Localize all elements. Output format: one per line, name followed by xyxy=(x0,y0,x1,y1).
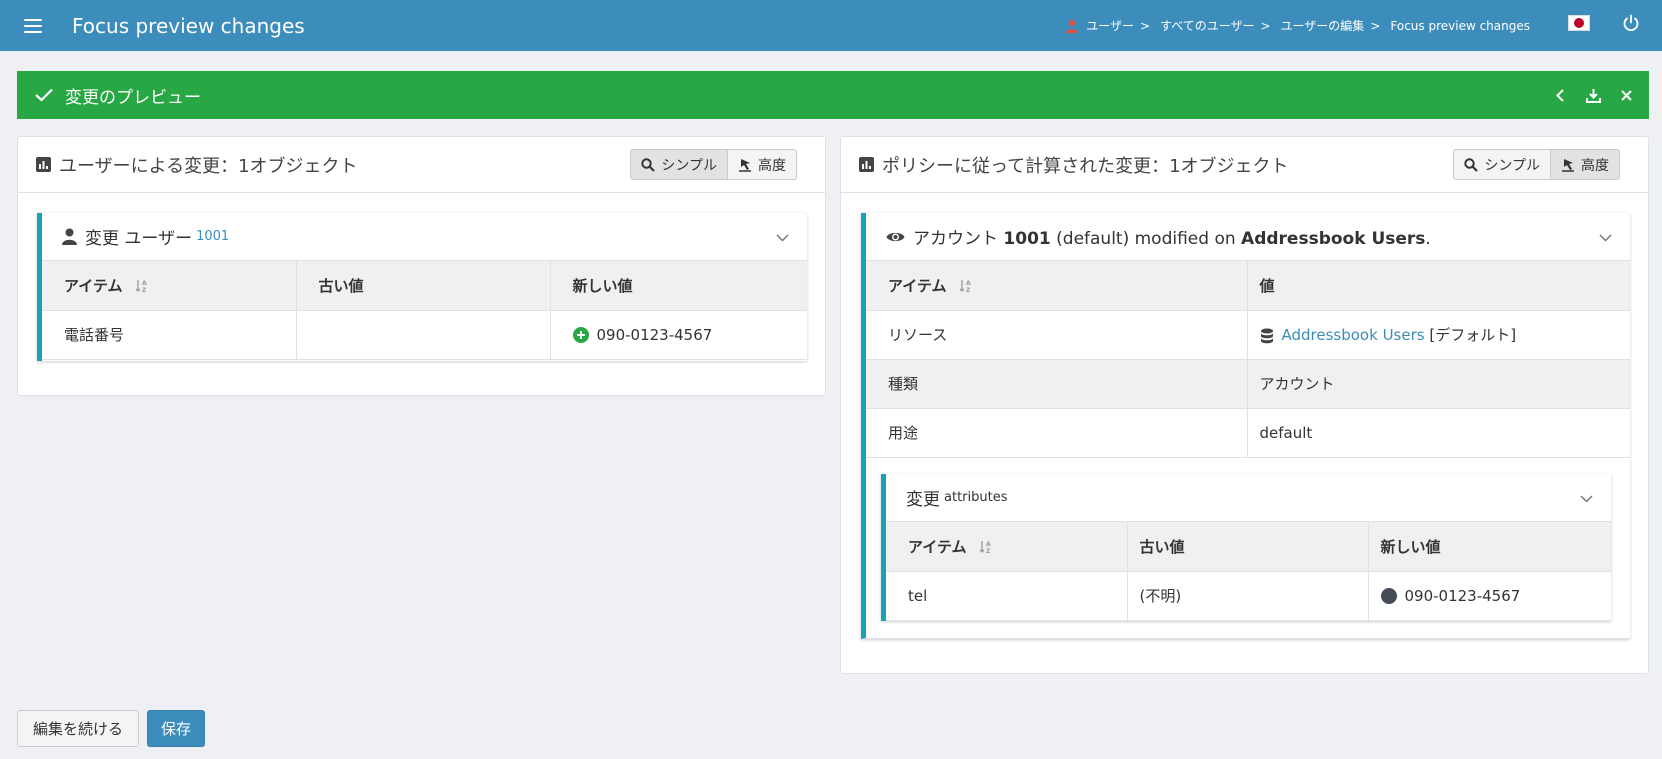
account-title-prefix: アカウント xyxy=(913,229,998,249)
breadcrumb-all-users[interactable]: すべてのユーザー xyxy=(1160,17,1254,34)
chart-icon xyxy=(859,157,874,172)
preview-bar: 変更のプレビュー xyxy=(17,71,1649,119)
sort-icon[interactable]: AZ xyxy=(135,279,149,293)
chart-icon xyxy=(36,157,51,172)
account-change-box: アカウント 1001 (default) modified on Address… xyxy=(861,213,1630,639)
cell-new: 090-0123-4567 xyxy=(550,310,807,360)
cell-item: 種類 xyxy=(866,359,1248,409)
save-button[interactable]: 保存 xyxy=(147,710,205,747)
account-intent: (default) modified on xyxy=(1056,229,1236,249)
table-row: 用途 default xyxy=(866,408,1630,458)
column-header-old: 古い値 xyxy=(1127,522,1369,572)
preview-title: 変更のプレビュー xyxy=(65,87,201,108)
cell-item: tel xyxy=(886,571,1128,621)
close-icon[interactable] xyxy=(1618,87,1635,104)
resource-link[interactable]: Addressbook Users xyxy=(1282,326,1425,344)
account-id: 1001 xyxy=(1003,229,1051,249)
user-change-table: アイテム A Z 古い値 新しい値 電話番号 090-0123-4567 xyxy=(42,261,807,360)
cell-item: 用途 xyxy=(866,408,1248,458)
menu-toggle-icon[interactable] xyxy=(24,18,42,33)
chevron-down-icon[interactable] xyxy=(1580,492,1593,505)
column-header-new: 新しい値 xyxy=(1368,522,1611,572)
panel-title: ユーザーによる変更：1オブジェクト xyxy=(59,155,358,177)
table-row: 種類 アカウント xyxy=(866,359,1630,409)
sort-icon[interactable]: AZ xyxy=(959,279,973,293)
user-icon xyxy=(62,228,77,245)
language-flag-icon[interactable] xyxy=(1568,15,1590,31)
breadcrumb-users[interactable]: ユーザー xyxy=(1086,17,1134,34)
back-icon[interactable] xyxy=(1552,87,1569,104)
power-icon[interactable] xyxy=(1622,14,1640,32)
svg-text:Z: Z xyxy=(966,287,971,293)
user-changes-panel: ユーザーによる変更：1オブジェクト シンプル 高度 変更 ユーザー 1001 ア… xyxy=(17,136,826,396)
cell-item: リソース xyxy=(866,310,1248,360)
svg-text:Z: Z xyxy=(986,548,991,554)
check-icon xyxy=(35,88,53,102)
svg-text:A: A xyxy=(142,280,147,287)
table-row: tel (不明) 090-0123-4567 xyxy=(886,571,1611,621)
cell-item: 電話番号 xyxy=(42,310,297,360)
attributes-table: アイテム A Z 古い値 新しい値 tel (不明) 090-0123-4567 xyxy=(886,522,1611,621)
column-header-old: 古い値 xyxy=(296,261,551,311)
unchanged-dot-icon xyxy=(1380,588,1397,604)
user-change-box: 変更 ユーザー 1001 アイテム A Z 古い値 新しい値 電話番号 090-01… xyxy=(37,213,807,361)
advanced-view-button[interactable]: 高度 xyxy=(728,149,797,180)
policy-changes-panel: ポリシーに従って計算された変更：1オブジェクト シンプル 高度 アカウント 10… xyxy=(840,136,1649,674)
add-icon xyxy=(572,327,589,343)
column-header-new: 新しい値 xyxy=(550,261,807,311)
advanced-icon xyxy=(1562,158,1574,172)
cell-value: default xyxy=(1247,408,1630,458)
continue-editing-button[interactable]: 編集を続ける xyxy=(17,710,139,747)
eye-icon xyxy=(886,232,905,241)
attributes-change-box: 変更 attributes アイテム A Z 古い値 新しい値 tel (不明) 0… xyxy=(881,474,1611,621)
advanced-icon xyxy=(739,158,751,172)
search-icon xyxy=(641,157,656,172)
breadcrumb-separator: > xyxy=(1260,18,1271,33)
breadcrumb-edit-user[interactable]: ユーザーの編集 xyxy=(1281,17,1365,34)
page-title: Focus preview changes xyxy=(72,13,305,38)
table-row: リソース Addressbook Users [デフォルト] xyxy=(866,310,1630,360)
panel-title: ポリシーに従って計算された変更：1オブジェクト xyxy=(882,155,1289,177)
box-subtitle: attributes xyxy=(944,490,1008,505)
simple-view-button[interactable]: シンプル xyxy=(630,149,728,180)
column-header-value: 値 xyxy=(1247,261,1630,311)
breadcrumb-current: Focus preview changes xyxy=(1390,18,1530,33)
table-row: 電話番号 090-0123-4567 xyxy=(42,310,807,360)
breadcrumb: ユーザー > すべてのユーザー > ユーザーの編集 > Focus previe… xyxy=(1066,0,1530,51)
column-header-item[interactable]: アイテム A Z xyxy=(866,261,1248,311)
box-title: 変更 xyxy=(906,490,940,510)
cell-new: 090-0123-4567 xyxy=(1368,571,1611,621)
column-header-item[interactable]: アイテム A Z xyxy=(886,522,1128,572)
top-header: Focus preview changes ユーザー > すべてのユーザー > … xyxy=(0,0,1662,51)
cell-value: Addressbook Users [デフォルト] xyxy=(1247,310,1630,360)
svg-text:A: A xyxy=(966,280,971,287)
chevron-down-icon[interactable] xyxy=(1599,231,1612,244)
chevron-down-icon[interactable] xyxy=(776,231,789,244)
svg-text:A: A xyxy=(986,541,991,548)
box-title: 変更 ユーザー xyxy=(85,229,193,249)
sort-icon[interactable]: AZ xyxy=(979,540,993,554)
svg-text:Z: Z xyxy=(142,287,147,293)
database-icon xyxy=(1260,328,1273,343)
search-icon xyxy=(1464,157,1479,172)
cell-old xyxy=(296,310,551,360)
download-icon[interactable] xyxy=(1585,87,1602,104)
user-icon xyxy=(1066,19,1079,33)
column-header-item[interactable]: アイテム A Z xyxy=(42,261,297,311)
simple-view-button[interactable]: シンプル xyxy=(1453,149,1551,180)
cell-value: アカウント xyxy=(1247,359,1630,409)
user-id-link[interactable]: 1001 xyxy=(196,229,229,244)
advanced-view-button[interactable]: 高度 xyxy=(1551,149,1620,180)
breadcrumb-separator: > xyxy=(1370,18,1381,33)
resource-name: Addressbook Users xyxy=(1241,229,1426,249)
breadcrumb-separator: > xyxy=(1139,18,1151,33)
cell-old: (不明) xyxy=(1127,571,1369,621)
account-attributes-table: アイテム A Z 値 リソース Addressbook Users [デフォルト] … xyxy=(866,261,1630,458)
